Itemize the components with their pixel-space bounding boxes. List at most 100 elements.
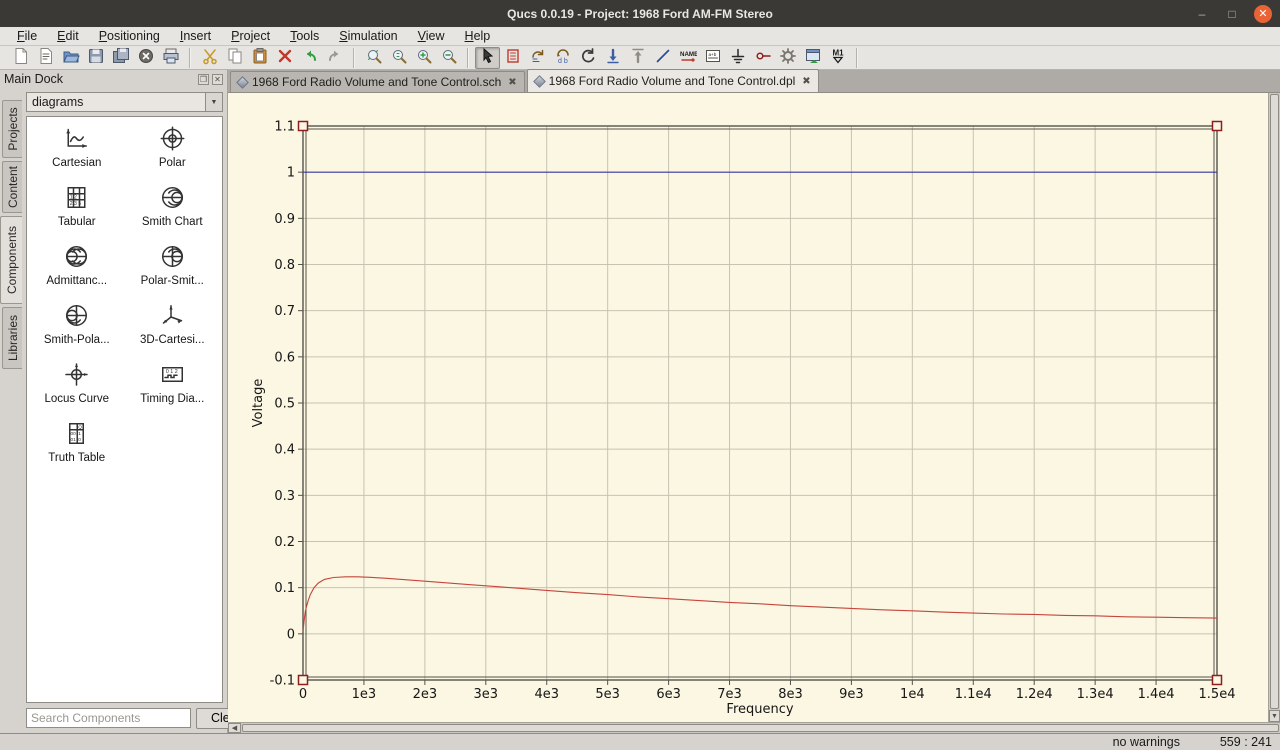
- maximize-icon[interactable]: □: [1224, 7, 1240, 21]
- category-dropdown[interactable]: diagrams ▼: [26, 92, 223, 112]
- diagram-smith-polar-icon: [63, 302, 90, 332]
- mirror-about-x-axis-button[interactable]: d b: [550, 47, 575, 69]
- svg-text:0.5: 0.5: [274, 397, 295, 412]
- menu-insert[interactable]: Insert: [171, 28, 220, 44]
- dock-float-icon[interactable]: ❐: [198, 74, 209, 85]
- cut-button[interactable]: [197, 47, 222, 69]
- insert-port-button[interactable]: [750, 47, 775, 69]
- menu-file[interactable]: File: [8, 28, 46, 44]
- component-item-locus-curve[interactable]: Locus Curve: [29, 361, 125, 420]
- view-data-display-button[interactable]: [800, 47, 825, 69]
- copy-button[interactable]: [222, 47, 247, 69]
- component-item-timing-dia[interactable]: 0 1 2Timing Dia...: [125, 361, 221, 420]
- component-item-truth-table[interactable]: Q000110Truth Table: [29, 420, 125, 479]
- insert-equation-button[interactable]: a+b: [700, 47, 725, 69]
- menu-edit[interactable]: Edit: [48, 28, 88, 44]
- close-icon[interactable]: ✕: [1254, 5, 1272, 23]
- dock-close-icon[interactable]: ✕: [212, 74, 223, 85]
- save-document-button[interactable]: [83, 47, 108, 69]
- menu-view[interactable]: View: [409, 28, 454, 44]
- mirror-about-y-axis-up-button[interactable]: [625, 47, 650, 69]
- zoom-in-button[interactable]: [411, 47, 436, 69]
- insert-ground-button[interactable]: [725, 47, 750, 69]
- delete-button[interactable]: [272, 47, 297, 69]
- document-icon: [533, 75, 546, 88]
- undo-button[interactable]: [297, 47, 322, 69]
- open-document-button[interactable]: [58, 47, 83, 69]
- main-dock: Main Dock ❐ ✕ Projects Content Components L…: [0, 70, 228, 733]
- sidebar-tab-components[interactable]: Components: [0, 216, 22, 304]
- component-list: CartesianPolar1 22 3 5TabularSmith Chart…: [26, 116, 223, 703]
- component-item-admittanc[interactable]: Admittanc...: [29, 243, 125, 302]
- data-display-canvas[interactable]: 01e32e33e34e35e36e37e38e39e31e41.1e41.2e…: [228, 93, 1268, 722]
- component-item-smith-chart[interactable]: Smith Chart: [125, 184, 221, 243]
- redo-button[interactable]: [322, 47, 347, 69]
- svg-text:4e3: 4e3: [534, 687, 559, 702]
- document-tab[interactable]: 1968 Ford Radio Volume and Tone Control.…: [527, 69, 819, 92]
- document-tab[interactable]: 1968 Ford Radio Volume and Tone Control.…: [230, 71, 525, 92]
- paste-button[interactable]: [247, 47, 272, 69]
- simulate-button[interactable]: [775, 47, 800, 69]
- ground-symbol-icon: [729, 47, 747, 68]
- deactivate-component-button[interactable]: [500, 47, 525, 69]
- mirror-about-y-axis-button[interactable]: [600, 47, 625, 69]
- scroll-down-icon[interactable]: ▼: [1269, 710, 1280, 722]
- svg-text:0: 0: [299, 687, 307, 702]
- svg-text:-0.1: -0.1: [270, 674, 295, 689]
- component-item-3d-cartesi[interactable]: 3D-Cartesi...: [125, 302, 221, 361]
- select-button[interactable]: [475, 47, 500, 69]
- vertical-scrollbar[interactable]: ▼: [1268, 93, 1280, 722]
- minimize-icon[interactable]: –: [1194, 7, 1210, 21]
- red-cross-icon: [276, 47, 294, 68]
- tab-close-icon[interactable]: ✖: [506, 77, 516, 88]
- rotate-component-button[interactable]: [525, 47, 550, 69]
- horizontal-scrollbar-thumb[interactable]: [242, 724, 1279, 732]
- rotate-ccw-button[interactable]: [575, 47, 600, 69]
- print-document-button[interactable]: [158, 47, 183, 69]
- dock-header: Main Dock ❐ ✕: [0, 70, 227, 88]
- menu-tools[interactable]: Tools: [281, 28, 328, 44]
- view-1-1-button[interactable]: [386, 47, 411, 69]
- menu-project[interactable]: Project: [222, 28, 279, 44]
- selection-handle[interactable]: [299, 122, 308, 131]
- new-text-document-button[interactable]: [33, 47, 58, 69]
- sidebar-tab-projects[interactable]: Projects: [2, 100, 22, 158]
- floppy-icon: [87, 47, 105, 68]
- sidebar-tab-content[interactable]: Content: [2, 161, 22, 213]
- selection-handle[interactable]: [1213, 122, 1222, 131]
- horizontal-scrollbar[interactable]: ◀: [228, 722, 1280, 733]
- component-item-polar[interactable]: Polar: [125, 125, 221, 184]
- menu-positioning[interactable]: Positioning: [90, 28, 169, 44]
- svg-text:1.3e4: 1.3e4: [1077, 687, 1114, 702]
- svg-text:1.1e4: 1.1e4: [955, 687, 992, 702]
- cartesian-diagram[interactable]: 01e32e33e34e35e36e37e38e39e31e41.1e41.2e…: [228, 93, 1268, 722]
- menu-simulation[interactable]: Simulation: [330, 28, 406, 44]
- series-output-voltage[interactable]: [303, 577, 1217, 632]
- insert-wire-label-button[interactable]: NAME: [675, 47, 700, 69]
- scroll-left-icon[interactable]: ◀: [228, 723, 241, 733]
- vertical-scrollbar-thumb[interactable]: [1270, 94, 1279, 709]
- save-all-documents-button[interactable]: [108, 47, 133, 69]
- component-item-cartesian[interactable]: Cartesian: [29, 125, 125, 184]
- insert-wire-button[interactable]: [650, 47, 675, 69]
- view-all-button[interactable]: [361, 47, 386, 69]
- component-item-polar-smit[interactable]: Polar-Smit...: [125, 243, 221, 302]
- tab-close-icon[interactable]: ✖: [800, 76, 810, 87]
- mirror-x-icon: d b: [554, 47, 572, 68]
- new-document-button[interactable]: [8, 47, 33, 69]
- svg-text:M1: M1: [832, 49, 844, 58]
- selection-handle[interactable]: [1213, 676, 1222, 685]
- close-document-button[interactable]: [133, 47, 158, 69]
- svg-text:7e3: 7e3: [717, 687, 742, 702]
- menu-help[interactable]: Help: [456, 28, 500, 44]
- selection-handle[interactable]: [299, 676, 308, 685]
- sidebar-tab-libraries[interactable]: Libraries: [2, 307, 22, 369]
- set-marker-button[interactable]: M1: [825, 47, 850, 69]
- zoom-out-button[interactable]: [436, 47, 461, 69]
- component-item-tabular[interactable]: 1 22 3 5Tabular: [29, 184, 125, 243]
- svg-text:1.2e4: 1.2e4: [1016, 687, 1053, 702]
- component-label: Locus Curve: [44, 393, 109, 405]
- svg-text:6e3: 6e3: [656, 687, 681, 702]
- component-item-smith-pola[interactable]: Smith-Pola...: [29, 302, 125, 361]
- search-input[interactable]: [26, 708, 191, 728]
